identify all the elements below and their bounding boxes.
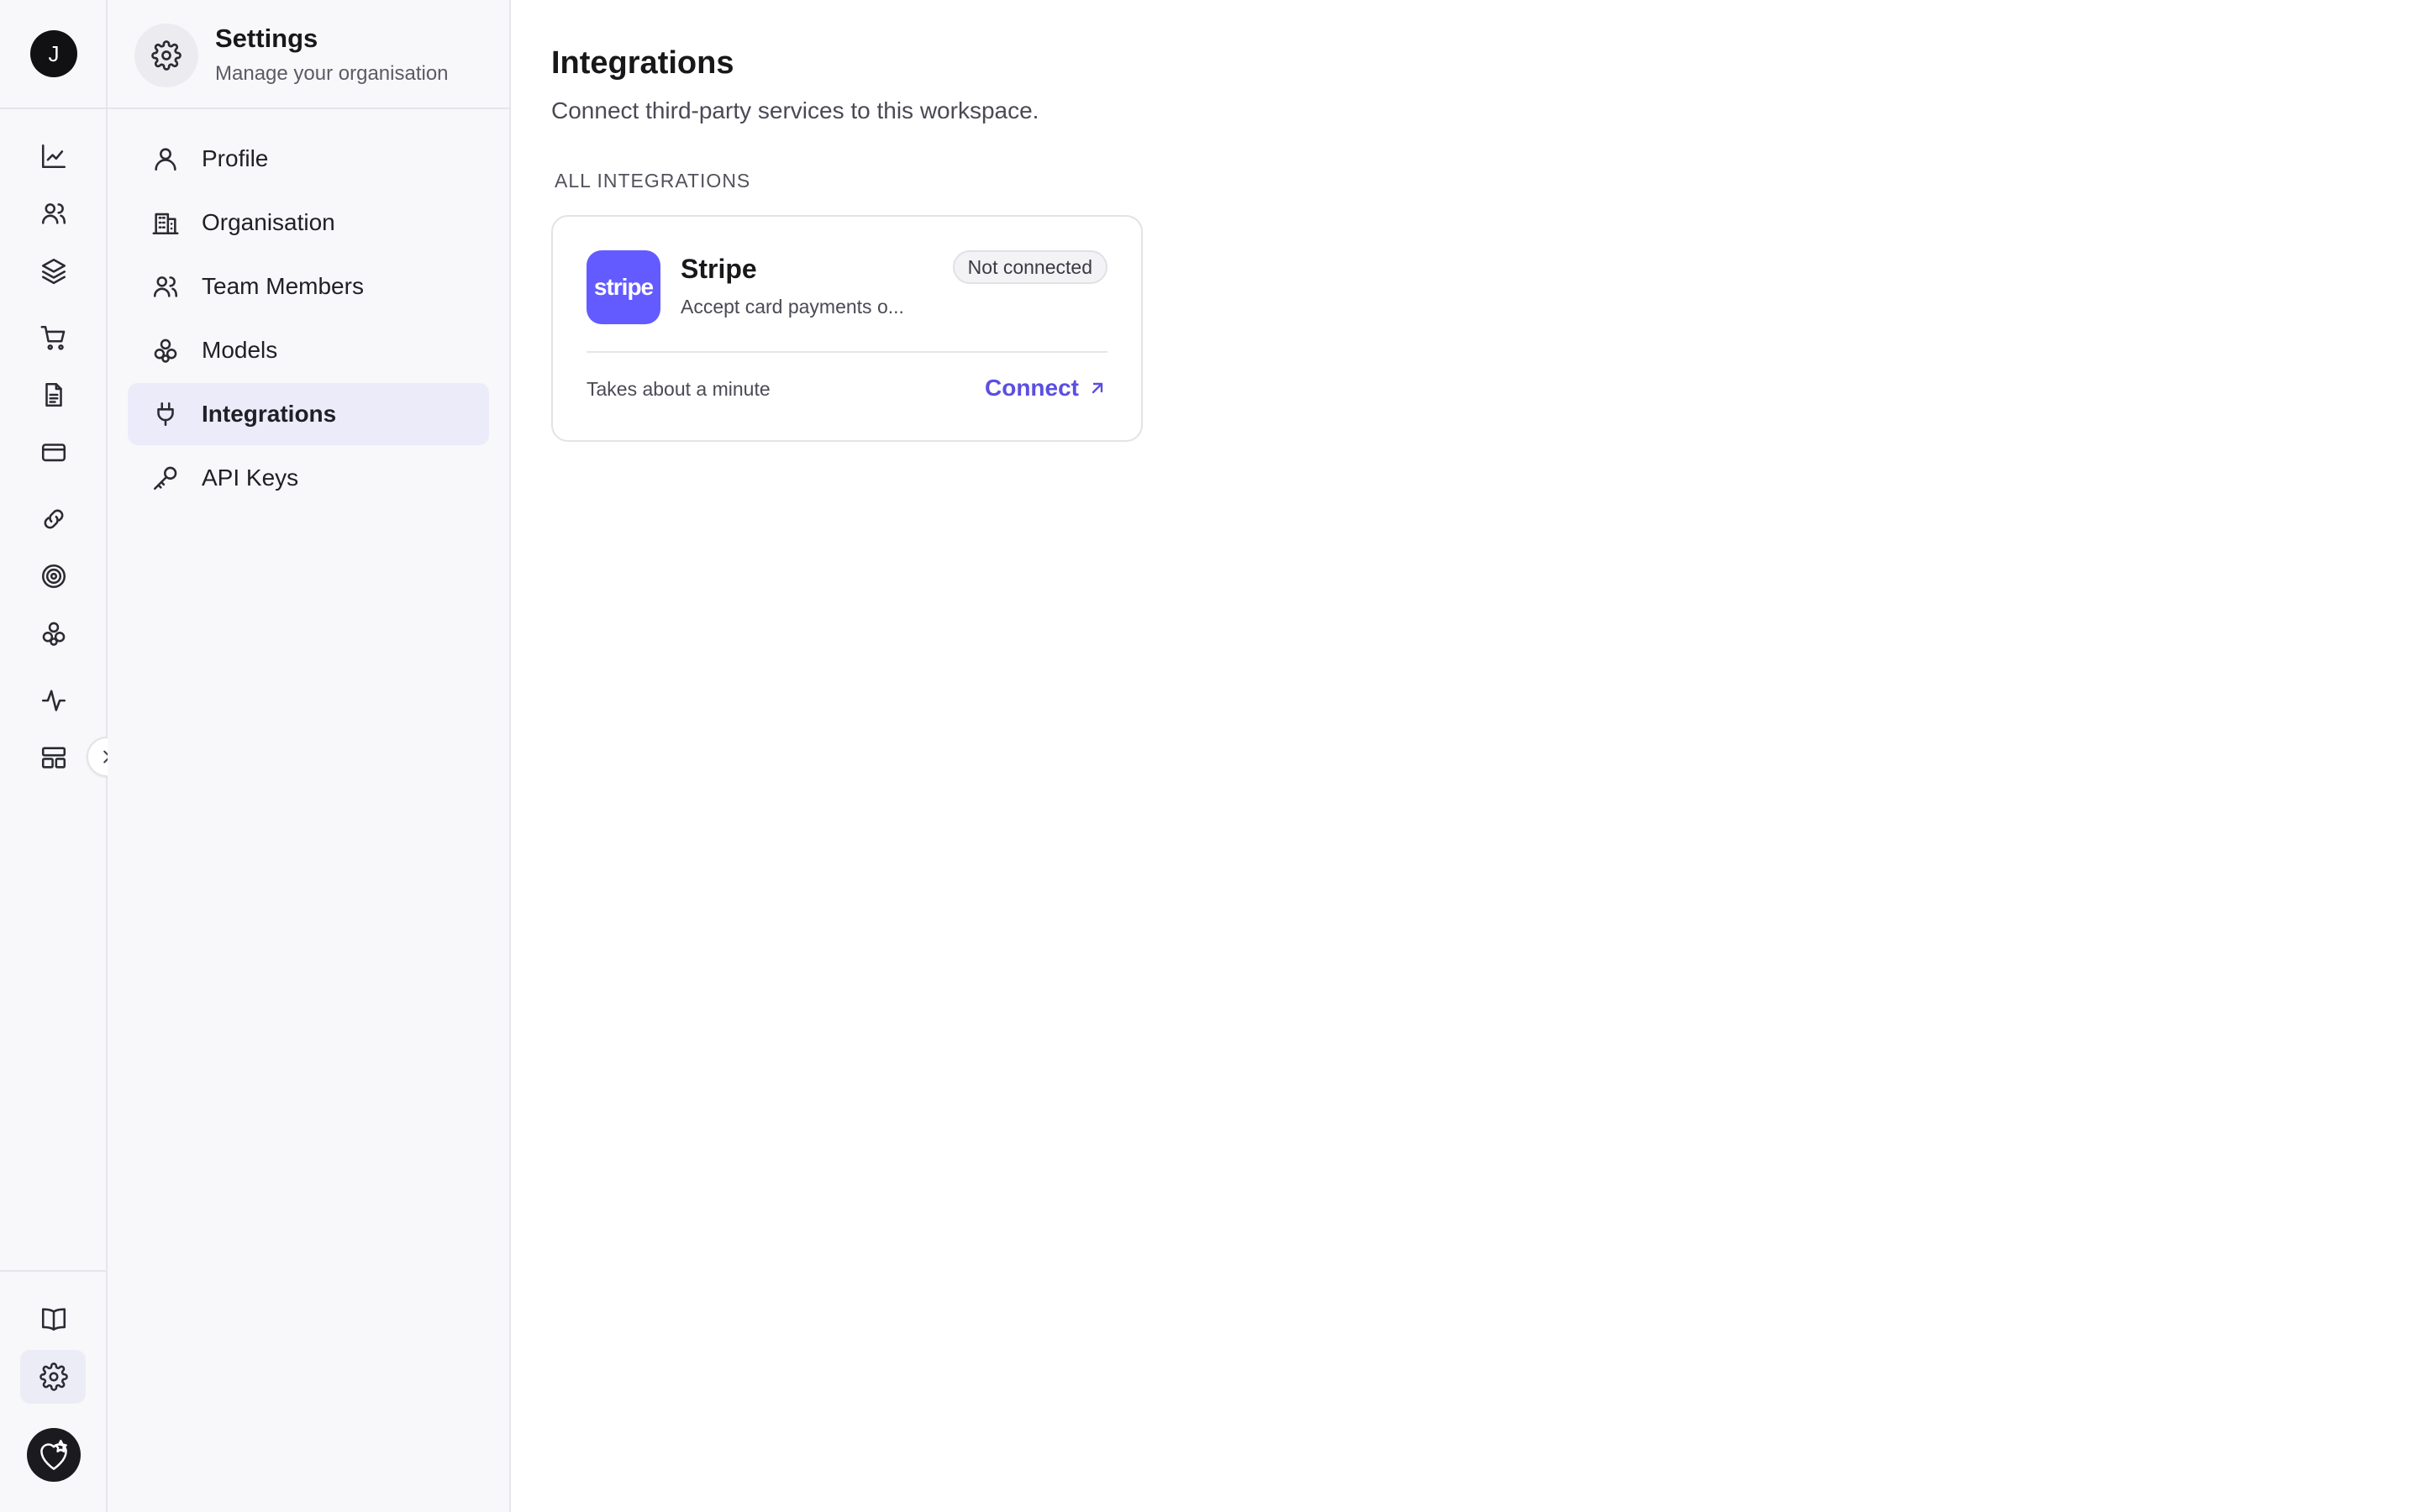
sidebar-item-team-members[interactable]: Team Members — [128, 255, 489, 318]
page-subtitle: Connect third-party services to this wor… — [551, 97, 1039, 123]
sidebar-item-label: Organisation — [202, 209, 335, 235]
analytics-icon[interactable] — [34, 136, 74, 176]
sidebar-item-label: API Keys — [202, 465, 299, 491]
settings-subtitle: Manage your organisation — [215, 62, 449, 85]
connect-label: Connect — [985, 375, 1079, 401]
rail-header: J — [0, 0, 106, 109]
stripe-logo: stripe — [587, 250, 660, 324]
settings-nav: Profile Organisation Team Members Models… — [128, 128, 489, 511]
page-title: Integrations — [551, 45, 734, 81]
main-content: Integrations Connect third-party service… — [513, 0, 2420, 1512]
section-label: ALL INTEGRATIONS — [555, 170, 751, 192]
settings-title: Settings — [215, 24, 318, 53]
app-root: J Settings Manage your organisation Prof… — [0, 0, 2420, 1512]
sidebar-item-organisation[interactable]: Organisation — [128, 192, 489, 254]
integration-card-stripe: stripe Stripe Accept card payments o... … — [551, 215, 1143, 442]
integration-name: Stripe — [681, 254, 757, 284]
sidebar-item-label: Integrations — [202, 401, 337, 427]
settings-sidebar: Settings Manage your organisation Profil… — [108, 0, 511, 1512]
layers-icon[interactable] — [34, 250, 74, 291]
user-avatar[interactable] — [27, 1428, 81, 1482]
card-divider — [587, 351, 1107, 353]
target-icon[interactable] — [34, 556, 74, 596]
layout-icon[interactable] — [34, 738, 74, 778]
plug-icon — [157, 402, 174, 427]
connect-button[interactable]: Connect — [985, 375, 1107, 402]
models-icon[interactable] — [34, 613, 74, 654]
settings-header: Settings Manage your organisation — [108, 0, 509, 109]
sidebar-item-label: Models — [202, 337, 278, 363]
status-badge: Not connected — [952, 250, 1107, 284]
key-icon — [153, 466, 177, 491]
sidebar-item-label: Team Members — [202, 273, 364, 299]
credit-card-icon[interactable] — [34, 432, 74, 472]
rail-divider — [0, 1270, 108, 1272]
link-icon[interactable] — [34, 499, 74, 539]
sidebar-item-integrations[interactable]: Integrations — [128, 383, 489, 445]
sidebar-item-profile[interactable]: Profile — [128, 128, 489, 190]
sidebar-item-models[interactable]: Models — [128, 319, 489, 381]
gear-icon[interactable] — [34, 1357, 74, 1397]
document-icon[interactable] — [34, 375, 74, 415]
book-icon[interactable] — [34, 1299, 74, 1339]
users-icon[interactable] — [34, 193, 74, 234]
users-icon — [153, 276, 178, 297]
activity-icon[interactable] — [34, 680, 74, 721]
models-icon — [154, 339, 177, 363]
workspace-avatar[interactable]: J — [30, 30, 77, 77]
integration-setup-time: Takes about a minute — [587, 378, 771, 400]
integration-description: Accept card payments o... — [681, 296, 904, 318]
building-icon — [152, 213, 179, 235]
arrow-up-right-icon — [1092, 382, 1103, 394]
cart-icon[interactable] — [34, 318, 74, 358]
icon-rail: J — [0, 0, 127, 1512]
user-icon — [155, 148, 176, 171]
sidebar-item-api-keys[interactable]: API Keys — [128, 447, 489, 509]
settings-gear-icon — [134, 24, 198, 87]
sidebar-item-label: Profile — [202, 145, 269, 171]
